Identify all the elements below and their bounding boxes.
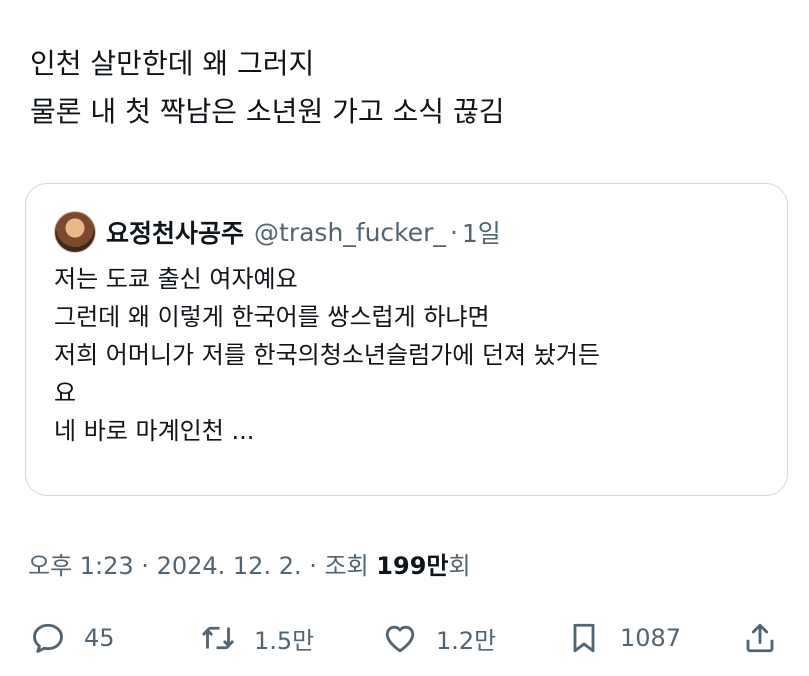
tweet-text: 인천 살만한데 왜 그러지 물론 내 첫 짝남은 소년원 가고 소식 끊김 bbox=[30, 40, 790, 136]
bookmark-button[interactable]: 1087 bbox=[566, 614, 681, 662]
tweet-line: 물론 내 첫 짝남은 소년원 가고 소식 끊김 bbox=[30, 95, 505, 128]
reply-button[interactable]: 45 bbox=[30, 614, 115, 662]
share-icon bbox=[746, 623, 774, 653]
bookmark-count: 1087 bbox=[620, 624, 682, 652]
quoted-display-name[interactable]: 요정천사공주 bbox=[106, 214, 244, 250]
retweet-count: 1.5만 bbox=[254, 626, 315, 655]
view-count: 199만 bbox=[376, 552, 449, 580]
quoted-line: 그런데 왜 이렇게 한국어를 쌍스럽게 하냐면 bbox=[54, 303, 490, 331]
tweet-meta: 오후 1:23 · 2024. 12. 2. · 조회 199만회 bbox=[28, 546, 471, 581]
quoted-line: 저는 도쿄 출신 여자예요 bbox=[54, 265, 298, 293]
like-button[interactable]: 1.2만 bbox=[382, 614, 496, 662]
retweet-icon bbox=[201, 626, 235, 650]
quoted-line: 요 bbox=[54, 379, 77, 407]
quoted-tweet-text: 저는 도쿄 출신 여자예요 그런데 왜 이렇게 한국어를 쌍스럽게 하냐면 저희… bbox=[54, 260, 766, 450]
quoted-line: 저희 어머니가 저를 한국의청소년슬럼가에 던져 놨거든 bbox=[54, 341, 600, 369]
reply-count: 45 bbox=[84, 624, 115, 652]
tweet-line: 인천 살만한데 왜 그러지 bbox=[30, 47, 315, 80]
like-icon bbox=[385, 625, 415, 653]
reply-icon bbox=[33, 623, 63, 653]
quoted-handle[interactable]: @trash_fucker_ bbox=[254, 218, 446, 247]
quoted-line: 네 바로 마계인천 ... bbox=[54, 417, 255, 445]
header-separator: · bbox=[449, 217, 458, 247]
avatar[interactable] bbox=[54, 211, 96, 253]
retweet-button[interactable]: 1.5만 bbox=[200, 614, 314, 662]
share-button[interactable] bbox=[742, 614, 778, 662]
action-bar: 45 1.5만 1.2만 1087 bbox=[30, 614, 782, 662]
like-count: 1.2만 bbox=[436, 626, 497, 655]
quoted-tweet-card[interactable]: 요정천사공주 @trash_fucker_ · 1일 저는 도쿄 출신 여자예요… bbox=[25, 183, 788, 496]
tweet-timestamp[interactable]: 오후 1:23 · 2024. 12. 2. · 조회 bbox=[28, 552, 369, 580]
quoted-tweet-header: 요정천사공주 @trash_fucker_ · 1일 bbox=[54, 210, 501, 254]
quoted-timestamp[interactable]: 1일 bbox=[462, 214, 501, 250]
bookmark-icon bbox=[573, 623, 595, 653]
view-count-suffix: 회 bbox=[448, 552, 471, 580]
